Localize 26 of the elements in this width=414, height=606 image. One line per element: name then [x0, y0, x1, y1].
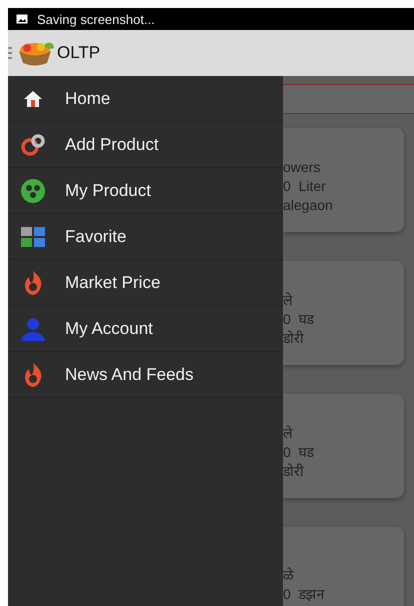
- app-title: OLTP: [57, 43, 100, 63]
- drawer-item[interactable]: Add Product: [8, 122, 283, 168]
- image-icon: [16, 14, 28, 24]
- puzzle-icon: [20, 226, 46, 246]
- drawer-item[interactable]: Home: [8, 76, 283, 122]
- card-text: ळे: [283, 567, 295, 584]
- card-text: owers: [283, 158, 322, 176]
- person-icon: [20, 316, 46, 340]
- reel-icon: [20, 178, 46, 202]
- rings-icon: [20, 134, 46, 156]
- drawer-item[interactable]: My Product: [8, 168, 283, 214]
- card-text: 0 डझन: [283, 586, 326, 603]
- card-text: ले: [283, 292, 294, 308]
- card-text: डोरी: [283, 330, 305, 346]
- card-text: डोरी: [283, 462, 305, 480]
- notification-text: Saving screenshot...: [37, 12, 155, 26]
- card-text: 0 घड: [283, 310, 316, 328]
- menu-icon[interactable]: [8, 47, 12, 59]
- card-text: ले: [283, 424, 294, 442]
- card-text: 0 घड: [283, 444, 316, 460]
- drawer-item[interactable]: Market Price: [8, 260, 283, 306]
- drawer-item[interactable]: News And Feeds: [8, 352, 283, 398]
- card-text: 0 Liter: [283, 178, 327, 194]
- card-text: alegaon: [283, 196, 334, 214]
- drawer-item[interactable]: Favorite: [8, 214, 283, 260]
- drawer-item[interactable]: My Account: [8, 306, 283, 352]
